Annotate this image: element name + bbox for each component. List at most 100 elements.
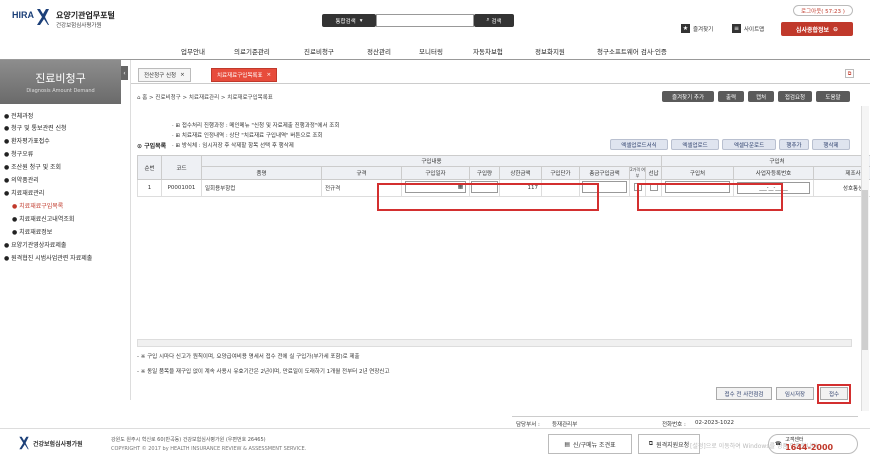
nav-label: 치료재료구입목록: [19, 203, 64, 210]
menu-item-monitoring[interactable]: 모니터링: [419, 46, 443, 56]
hira-logo-text[interactable]: HIRA: [12, 10, 34, 20]
col-spec: 규격: [321, 166, 402, 180]
favorites-label: 즐겨찾기: [693, 26, 714, 33]
print-button[interactable]: 출력: [718, 91, 744, 102]
left-nav-title: 진료비청구: [35, 72, 86, 85]
nav-label: 치료재료신고내역조회: [19, 216, 75, 223]
breadcrumb-text: 홈 > 진료비청구 > 치료재료관리 > 치료재료구입목록표: [142, 95, 273, 101]
nav-label: 청구오류: [11, 151, 34, 158]
org-info-label: 심사종합정보: [795, 26, 830, 34]
nav-item-material-management[interactable]: ● 치료재료관리: [4, 188, 44, 197]
portal-title[interactable]: 요양기관업무포털: [56, 10, 115, 21]
temp-save-button[interactable]: 임시저장: [776, 387, 814, 400]
home-icon[interactable]: ⌂: [137, 95, 141, 101]
menu-item-settlement[interactable]: 정산관리: [367, 46, 391, 56]
nav-item-image-submission[interactable]: ● 요양기관영상자료제출: [4, 240, 66, 249]
dept-label: 담당부서 :: [516, 422, 540, 428]
nav-item-midwifery[interactable]: ● 조산원 청구 및 조회: [4, 162, 61, 171]
footer-org-name: 건강보험심사평가원: [33, 440, 83, 448]
nav-label: 청구 및 통보관련 신청: [11, 125, 67, 132]
headset-icon: ☎: [775, 441, 782, 447]
sitemap-link[interactable]: ≡ 사이트맵: [732, 24, 764, 33]
highlight-box: [637, 183, 783, 211]
search-icon: ⌕: [486, 17, 490, 23]
nav-item-material-report-query[interactable]: ● 치료재료신고내역조회: [12, 214, 74, 223]
excel-download-button[interactable]: 엑셀다운로드: [722, 139, 776, 150]
menu-item-it-support[interactable]: 정보화지원: [535, 46, 565, 56]
footnote: - ※ 동일 품목을 재구입 없이 계속 사용시 유효기간은 2년이며, 만료일…: [137, 369, 390, 375]
nav-item-telemedicine[interactable]: ● 원격협진 시범사업관련 자료제출: [4, 253, 92, 262]
section-title: ⊙ 구입목록: [137, 143, 167, 150]
nav-item-drug-management[interactable]: ● 의약품관리: [4, 175, 39, 184]
favorites-link[interactable]: ★ 즐겨찾기: [681, 24, 713, 33]
tab-e-billing-request[interactable]: 전산청구 신청 ×: [138, 68, 191, 82]
group-vendor: 구입처: [661, 155, 870, 167]
precheck-button[interactable]: 접수 전 사전점검: [716, 387, 772, 400]
nav-item-billing-error[interactable]: ● 청구오류: [4, 149, 33, 158]
col-prepay: 선납: [644, 166, 663, 180]
content-area: [131, 106, 861, 411]
search-input[interactable]: [376, 14, 474, 27]
hira-logo-icon: [37, 9, 49, 25]
menu-item-medical-standards[interactable]: 의료기준관리: [234, 46, 270, 56]
menu-map-button[interactable]: ▤ 신/구메뉴 조견표: [548, 434, 632, 454]
tab-label: 치료재료구입목록표: [217, 73, 263, 79]
search-button[interactable]: ⌕ 검색: [474, 14, 514, 27]
nav-item-material-purchase-list[interactable]: ● 치료재료구입목록: [12, 201, 63, 210]
footer-copyright: COPYRIGHT © 2017 by HEALTH INSURANCE REV…: [111, 446, 307, 452]
info-note: · ⊞ 접수처리 진행과정 : 메인메뉴 "신청 및 자료제출 진행과정"에서 …: [172, 123, 340, 129]
excel-template-button[interactable]: 엑셀업로드서식: [610, 139, 668, 150]
nav-item-material-info[interactable]: ● 치료재료정보: [12, 227, 52, 236]
nav-label: 환자평가표접수: [11, 138, 50, 145]
help-button[interactable]: 도움말: [816, 91, 850, 102]
highlight-box: [377, 183, 599, 211]
nav-label: 원격협진 시범사업관련 자료제출: [11, 255, 93, 262]
col-vendor: 구입처: [661, 166, 735, 180]
nav-item-all-process[interactable]: ● 전체과정: [4, 111, 33, 120]
center-number: 1644-2000: [785, 443, 834, 452]
info-note: · ⊞ 방식체 : 임시저장 후 삭제할 항목 선택 후 행삭제: [172, 143, 294, 149]
phone-label: 전화번호 :: [662, 422, 686, 428]
close-all-tabs-icon[interactable]: ⧉: [845, 69, 854, 78]
hira-logo-icon: [19, 436, 29, 450]
cell-no: 1: [137, 179, 162, 197]
chevron-down-icon: ▾: [359, 17, 363, 24]
cell-name: 일회용부항컵: [201, 179, 322, 197]
logout-button[interactable]: 로그아웃( 57:23 ): [793, 5, 853, 16]
portal-subtitle: 건강보험심사평가원: [56, 23, 102, 29]
cell-code: P0001001: [161, 179, 202, 197]
contact-info: 담당부서 : 등재관리부 전화번호 : 02-2023-1022: [512, 416, 858, 428]
remote-support-label: 원격지원요청: [656, 441, 690, 449]
inspection-request-button[interactable]: 접검요청: [778, 91, 812, 102]
phone-value: 02-2023-1022: [695, 420, 734, 426]
add-favorite-button[interactable]: 즐겨찾기 추가: [662, 91, 714, 102]
org-info-button[interactable]: 심사종합정보 ⊖: [781, 22, 853, 36]
horizontal-scrollbar[interactable]: [137, 339, 852, 347]
add-row-button[interactable]: 행추가: [779, 139, 809, 150]
menu-item-auto-insurance[interactable]: 자동차보험: [473, 46, 503, 56]
search-scope-select[interactable]: 통합검색 ▾: [322, 14, 376, 27]
collapse-nav-icon[interactable]: ‹: [121, 66, 128, 80]
scrollbar-thumb[interactable]: [862, 190, 868, 350]
excel-upload-button[interactable]: 엑셀업로드: [671, 139, 719, 150]
close-icon[interactable]: ×: [180, 72, 185, 78]
col-code: 코드: [161, 155, 202, 180]
arrow-right-icon: ⊖: [833, 25, 839, 33]
close-icon[interactable]: ×: [267, 72, 272, 78]
customer-center[interactable]: ☎ 고객센터 1644-2000: [768, 434, 858, 454]
menu-item-guide[interactable]: 업무안내: [181, 46, 205, 56]
menu-item-software-cert[interactable]: 청구소프트웨어 검사·인증: [597, 46, 667, 56]
menu-map-label: 신/구메뉴 조견표: [573, 441, 616, 449]
dept-value: 등재관리부: [552, 422, 578, 428]
menu-icon: ≡: [732, 24, 741, 33]
nav-label: 조산원 청구 및 조회: [11, 164, 62, 171]
menu-item-billing[interactable]: 진료비청구: [304, 46, 334, 56]
nav-item-billing-request[interactable]: ● 청구 및 통보관련 신청: [4, 123, 67, 132]
nav-label: 치료재료관리: [11, 190, 45, 197]
delete-row-button[interactable]: 행삭제: [812, 139, 850, 150]
col-name: 품명: [201, 166, 322, 180]
tab-material-purchase-list[interactable]: 치료재료구입목록표 ×: [211, 68, 278, 82]
nav-item-patient-eval[interactable]: ● 환자평가표접수: [4, 136, 50, 145]
col-total: 총금구입금액: [579, 166, 630, 180]
capture-button[interactable]: 캡처: [748, 91, 774, 102]
